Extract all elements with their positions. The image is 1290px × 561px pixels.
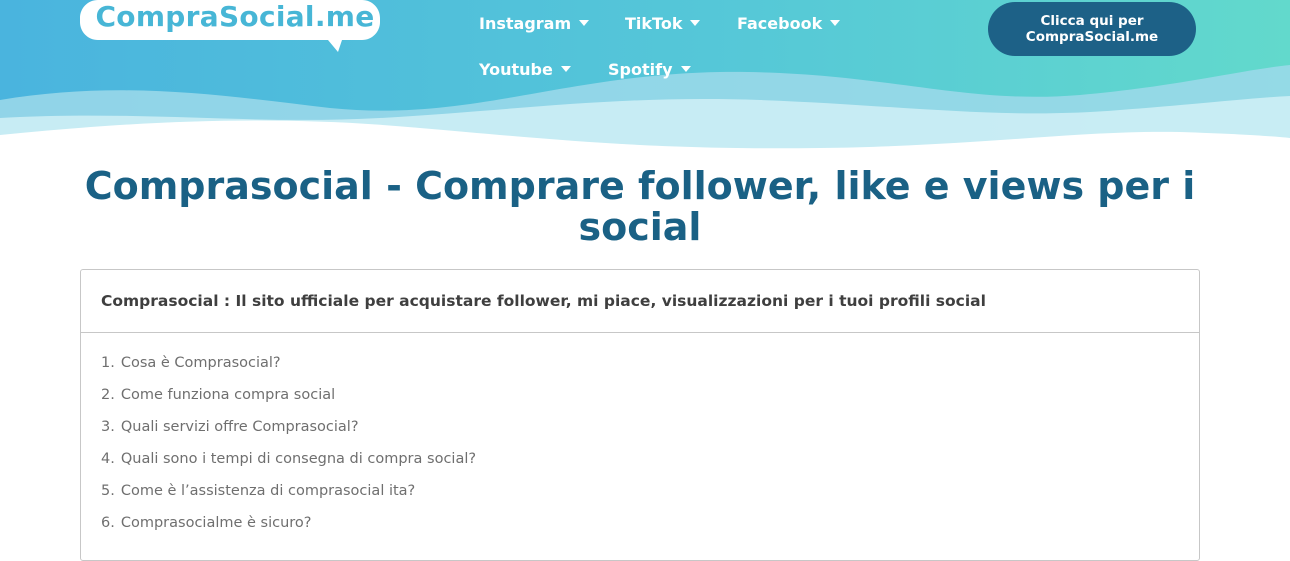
toc-item-link[interactable]: Cosa è Comprasocial? [121, 355, 281, 371]
nav-label: Facebook [737, 14, 823, 33]
cta-line1: Clicca qui per [1040, 13, 1144, 29]
logo-text: CompraSocial.me [95, 0, 375, 33]
chevron-down-icon [680, 65, 691, 72]
nav-label: Youtube [479, 60, 553, 79]
toc-item[interactable]: 2. Come funziona compra social [101, 387, 335, 403]
toc-item-link[interactable]: Quali sono i tempi di consegna di compra… [121, 451, 476, 467]
table-of-contents: Comprasocial : Il sito ufficiale per acq… [80, 269, 1200, 561]
nav-label: Spotify [608, 60, 673, 79]
nav-item-tiktok[interactable]: TikTok [625, 14, 701, 33]
nav-item-spotify[interactable]: Spotify [608, 60, 691, 79]
toc-item-number: 5. [101, 483, 115, 499]
toc-header: Comprasocial : Il sito ufficiale per acq… [81, 270, 1199, 333]
chevron-down-icon [560, 65, 571, 72]
toc-item[interactable]: 1. Cosa è Comprasocial? [101, 355, 281, 371]
nav-item-instagram[interactable]: Instagram [479, 14, 590, 33]
toc-item[interactable]: 3. Quali servizi offre Comprasocial? [101, 419, 359, 435]
chevron-down-icon [690, 19, 701, 26]
toc-item-number: 4. [101, 451, 115, 467]
toc-item-number: 1. [101, 355, 115, 371]
toc-item-number: 2. [101, 387, 115, 403]
toc-item-link[interactable]: Come è l’assistenza di comprasocial ita? [121, 483, 415, 499]
cta-line2: CompraSocial.me [1025, 29, 1159, 45]
toc-item-link[interactable]: Come funziona compra social [121, 387, 335, 403]
toc-item-link[interactable]: Quali servizi offre Comprasocial? [121, 419, 359, 435]
nav-item-facebook[interactable]: Facebook [737, 14, 841, 33]
cta-button[interactable]: Clicca qui per CompraSocial.me [988, 2, 1196, 56]
nav-label: TikTok [625, 14, 683, 33]
toc-item[interactable]: 5. Come è l’assistenza di comprasocial it… [101, 483, 415, 499]
site-header: CompraSocial.me Instagram TikTok Faceboo… [0, 0, 1290, 160]
toc-item-link[interactable]: Comprasocialme è sicuro? [121, 515, 312, 531]
nav-item-youtube[interactable]: Youtube [479, 60, 571, 79]
toc-item-number: 3. [101, 419, 115, 435]
nav-label: Instagram [479, 14, 572, 33]
toc-item[interactable]: 4. Quali sono i tempi di consegna di comp… [101, 451, 476, 467]
chevron-down-icon [579, 19, 590, 26]
chevron-down-icon [830, 19, 841, 26]
toc-item-number: 6. [101, 515, 115, 531]
page-title: Comprasocial - Comprare follower, like e… [84, 164, 1196, 249]
toc-item[interactable]: 6. Comprasocialme è sicuro? [101, 515, 312, 531]
site-logo[interactable]: CompraSocial.me [80, 0, 380, 54]
